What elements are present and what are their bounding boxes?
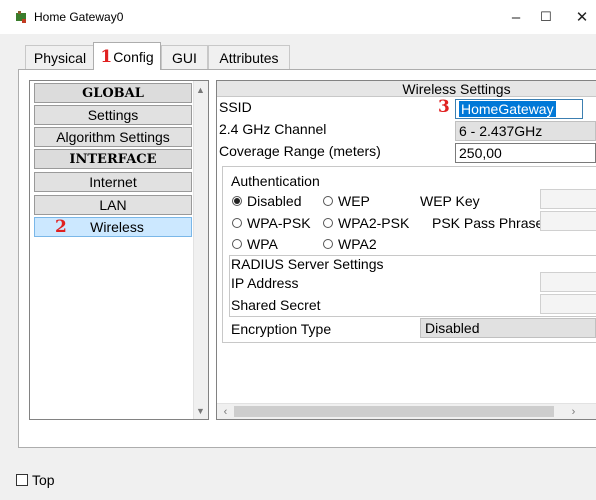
tab-attributes-label: Attributes (219, 49, 279, 66)
encryption-type-label: Encryption Type (231, 321, 332, 337)
scroll-down-icon[interactable]: ▼ (193, 403, 208, 418)
auth-disabled-label: Disabled (247, 193, 302, 209)
tab-config[interactable]: 1 Config (93, 42, 161, 70)
ssid-value: HomeGateway (459, 101, 556, 117)
auth-wpa2-label: WPA2 (338, 236, 377, 252)
auth-radio-wpa2-psk[interactable]: WPA2-PSK (323, 215, 409, 231)
maximize-button[interactable]: ☐ (526, 0, 566, 34)
coverage-input[interactable]: 250,00 (455, 143, 596, 163)
scroll-up-icon[interactable]: ▲ (193, 82, 208, 97)
close-button[interactable]: ✕ (562, 0, 596, 34)
coverage-label: Coverage Range (meters) (219, 143, 381, 159)
auth-radio-wpa-psk[interactable]: WPA-PSK (232, 215, 311, 231)
step-marker-3: 3 (438, 97, 450, 117)
top-checkbox-label: Top (32, 472, 55, 488)
tab-gui[interactable]: GUI (161, 45, 208, 69)
shared-secret-input[interactable] (540, 294, 596, 314)
auth-radio-disabled[interactable]: Disabled (232, 193, 301, 209)
sidebar-header-global[interactable]: GLOBAL (34, 83, 192, 103)
wep-key-input[interactable] (540, 189, 596, 209)
wep-key-label: WEP Key (420, 193, 480, 209)
psk-pass-phrase-label: PSK Pass Phrase (432, 215, 544, 231)
auth-radio-wpa2[interactable]: WPA2 (323, 236, 377, 252)
sidebar-item-internet[interactable]: Internet (34, 172, 192, 192)
channel-label: 2.4 GHz Channel (219, 121, 327, 137)
shared-secret-label: Shared Secret (231, 297, 321, 313)
ssid-input[interactable]: HomeGateway (455, 99, 583, 119)
sidebar-item-settings[interactable]: Settings (34, 105, 192, 125)
step-marker-1: 1 (100, 46, 113, 67)
scroll-thumb[interactable] (234, 406, 554, 417)
auth-wep-label: WEP (338, 193, 370, 209)
sidebar-header-interface[interactable]: INTERFACE (34, 149, 192, 169)
sidebar-item-wireless[interactable]: 2 Wireless (34, 217, 192, 237)
scroll-left-icon[interactable]: ‹ (218, 404, 233, 419)
sidebar-item-lan[interactable]: LAN (34, 195, 192, 215)
top-checkbox[interactable] (16, 474, 28, 486)
encryption-type-select[interactable]: Disabled (420, 318, 596, 338)
panel-title: Wireless Settings (217, 81, 596, 97)
step-marker-2: 2 (55, 217, 67, 237)
sidebar-scrollbar[interactable] (193, 81, 208, 419)
channel-select[interactable]: 6 - 2.437GHz (455, 121, 596, 141)
ssid-label: SSID (219, 99, 252, 115)
radius-label: RADIUS Server Settings (231, 256, 384, 272)
tab-config-label: Config (113, 48, 154, 65)
window-title: Home Gateway0 (34, 10, 124, 24)
auth-wpa-psk-label: WPA-PSK (247, 215, 311, 231)
app-icon (14, 10, 28, 24)
auth-radio-wep[interactable]: WEP (323, 193, 370, 209)
scroll-right-icon[interactable]: › (566, 404, 581, 419)
auth-wpa-label: WPA (247, 236, 278, 252)
tab-attributes[interactable]: Attributes (208, 45, 290, 69)
psk-pass-phrase-input[interactable] (540, 211, 596, 231)
auth-radio-wpa[interactable]: WPA (232, 236, 278, 252)
tab-physical[interactable]: Physical (25, 45, 95, 69)
authentication-label: Authentication (231, 173, 320, 189)
tab-physical-label: Physical (33, 49, 87, 66)
auth-wpa2-psk-label: WPA2-PSK (338, 215, 410, 231)
sidebar-item-algorithm-settings[interactable]: Algorithm Settings (34, 127, 192, 147)
ip-address-input[interactable] (540, 272, 596, 292)
sidebar-item-wireless-label: Wireless (90, 219, 144, 235)
ip-address-label: IP Address (231, 275, 299, 291)
tab-gui-label: GUI (172, 49, 197, 66)
